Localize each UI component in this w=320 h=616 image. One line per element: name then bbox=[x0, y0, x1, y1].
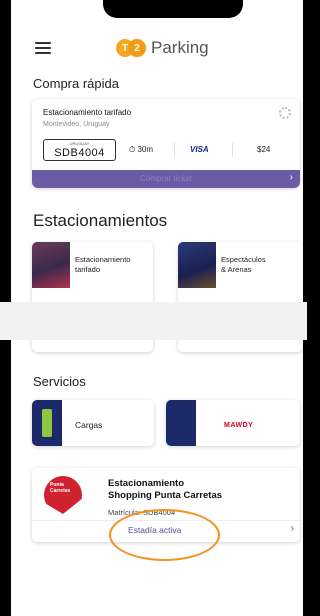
price: $24 bbox=[257, 145, 271, 154]
plate-number: SDB4004 bbox=[54, 147, 105, 159]
plate-country: URUGUAY bbox=[69, 141, 90, 146]
payment-card[interactable]: VISA bbox=[190, 145, 209, 154]
quick-buy-card[interactable]: Estacionamiento tarifado Montevideo, Uru… bbox=[32, 99, 300, 188]
quick-buy-title: Compra rápida bbox=[33, 76, 119, 91]
parking-card-label: Estacionamiento tarifado bbox=[75, 255, 131, 274]
duration-value: 30m bbox=[137, 145, 154, 154]
top-bar: T 2 Parking bbox=[11, 32, 303, 66]
quick-parking-name: Estacionamiento tarifado bbox=[43, 108, 132, 117]
active-stay-title: Estacionamiento Shopping Punta Carretas bbox=[108, 478, 223, 501]
arena-card-label: Espectáculos & Arenas bbox=[221, 255, 266, 274]
logo-2-icon: 2 bbox=[128, 39, 146, 57]
buy-ticket-label: Comprar ticket bbox=[139, 174, 192, 183]
services-title: Servicios bbox=[33, 374, 86, 389]
brand-name: Parking bbox=[151, 38, 209, 57]
service-label: Cargas bbox=[75, 420, 103, 430]
hamburger-menu-icon[interactable] bbox=[35, 42, 51, 54]
brand-logo: T 2 Parking bbox=[116, 38, 209, 58]
parkings-title: Estacionamientos bbox=[33, 211, 168, 230]
divider bbox=[232, 143, 233, 157]
service-card-mawdy[interactable]: MAWDY bbox=[166, 400, 300, 446]
chevron-right-icon: › bbox=[290, 523, 294, 534]
divider bbox=[174, 143, 175, 157]
mawdy-logo: MAWDY bbox=[224, 422, 254, 429]
service-card-cargas[interactable]: Cargas bbox=[32, 400, 154, 446]
ev-charger-icon bbox=[32, 400, 62, 446]
punta-carretas-logo: Punta Carretas bbox=[44, 476, 82, 514]
camera-notch bbox=[103, 0, 243, 18]
highlight-annotation-circle bbox=[109, 509, 220, 561]
duration-selector[interactable]: ⏱ 30m bbox=[129, 145, 153, 155]
loading-spinner-icon bbox=[279, 107, 291, 119]
chevron-right-icon: › bbox=[289, 172, 293, 183]
arena-thumbnail bbox=[178, 242, 216, 288]
mawdy-character-icon bbox=[166, 400, 196, 446]
license-plate[interactable]: URUGUAY SDB4004 bbox=[43, 139, 116, 161]
parking-thumbnail bbox=[32, 242, 70, 288]
overlay-strip bbox=[0, 302, 307, 340]
clock-icon: ⏱ bbox=[129, 145, 136, 154]
buy-ticket-button[interactable]: Comprar ticket › bbox=[32, 170, 300, 188]
quick-location: Montevideo, Uruguay bbox=[43, 121, 110, 128]
